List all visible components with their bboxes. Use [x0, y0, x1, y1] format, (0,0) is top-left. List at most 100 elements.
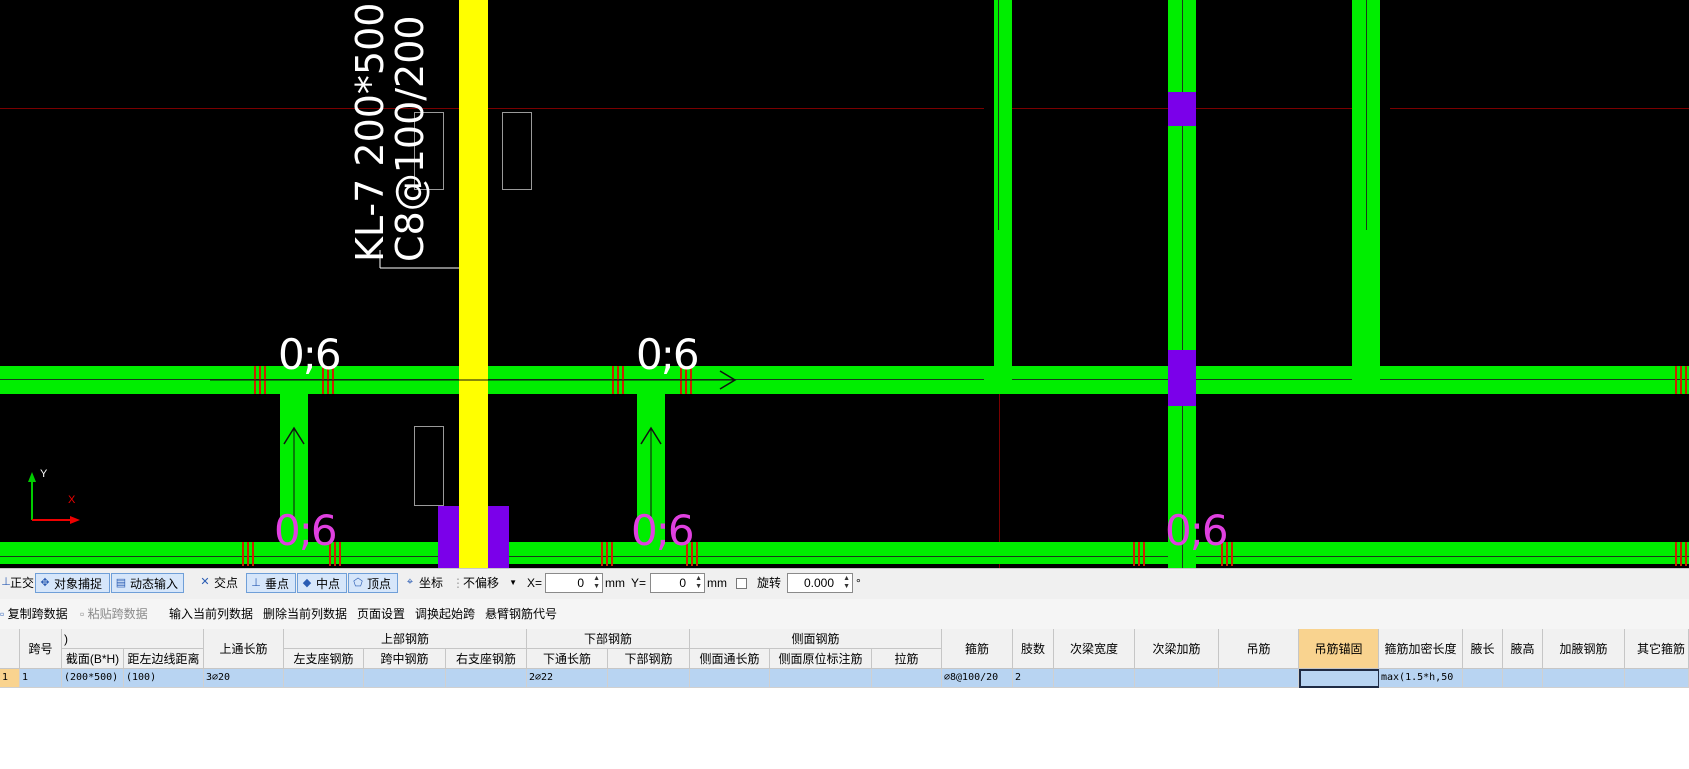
- rotate-angle-input[interactable]: 0.000 ▲ ▼: [787, 573, 853, 593]
- header-bottom-through[interactable]: 下通长筋: [527, 649, 608, 669]
- snap-toolbar: ⊥ 正交 ✥ 对象捕捉 ▤ 动态输入 ✕ 交点 ⊥ 垂点 ◆ 中点 ⬠ 顶点 ⌖…: [0, 568, 1689, 600]
- paste-span-data-button[interactable]: ▫ 粘贴跨数据: [80, 605, 148, 623]
- coordinate-snap[interactable]: ⌖ 坐标: [401, 573, 446, 593]
- header-bottom-rebar-group: 下部钢筋: [527, 629, 690, 649]
- header-haunch-height[interactable]: 腋高: [1503, 629, 1543, 669]
- header-hanger-anchor[interactable]: 吊筋锚固: [1299, 629, 1379, 669]
- rotate-angle-value: 0.000: [803, 576, 834, 590]
- beam-label-name: KL-7 200*500: [348, 2, 392, 262]
- header-stirrup-dense[interactable]: 箍筋加密长度: [1379, 629, 1463, 669]
- header-sec-beam-add[interactable]: 次梁加筋: [1135, 629, 1219, 669]
- y-label: Y=: [631, 576, 647, 590]
- ortho-toggle[interactable]: ⊥ 正交: [0, 573, 37, 593]
- perpendicular-snap[interactable]: ⊥ 垂点: [246, 573, 296, 593]
- header-haunch-rebar[interactable]: 加腋钢筋: [1543, 629, 1625, 669]
- row-number-header: [0, 629, 20, 669]
- cell-section[interactable]: (200*500): [62, 669, 124, 688]
- cell-bottom-bars[interactable]: [608, 669, 690, 688]
- axis-x-label: X: [68, 494, 76, 506]
- spinner-icon[interactable]: ▲ ▼: [593, 575, 600, 591]
- offset-mode-dropdown[interactable]: 不偏移 ▼: [459, 573, 521, 593]
- cell-side-through[interactable]: [690, 669, 770, 688]
- y-coordinate-input[interactable]: 0 ▲ ▼: [650, 573, 705, 593]
- header-left-dist[interactable]: 距左边线距离: [124, 649, 204, 669]
- copy-icon: ▫: [0, 607, 5, 621]
- cell-span-no[interactable]: 1: [20, 669, 62, 688]
- cell-left-support[interactable]: [284, 669, 364, 688]
- cantilever-rebar-code-button[interactable]: 悬臂钢筋代号: [485, 605, 557, 623]
- header-top-through[interactable]: 上通长筋: [204, 629, 284, 669]
- x-label: X=: [527, 576, 543, 590]
- cell-haunch-len[interactable]: [1463, 669, 1503, 688]
- span-table-toolbar: ▫ 复制跨数据 ▫ 粘贴跨数据 输入当前列数据 删除当前列数据 页面设置 调换起…: [0, 599, 1689, 629]
- header-legs[interactable]: 肢数: [1013, 629, 1054, 669]
- rotate-checkbox[interactable]: [736, 578, 747, 589]
- header-tie-bar[interactable]: 拉筋: [872, 649, 942, 669]
- header-side-through[interactable]: 侧面通长筋: [690, 649, 770, 669]
- header-other-stirrup[interactable]: 其它箍筋: [1625, 629, 1689, 669]
- cell-top-through[interactable]: 3⌀20: [204, 669, 284, 688]
- midpoint-snap[interactable]: ◆ 中点: [297, 573, 347, 593]
- row-number[interactable]: 1: [0, 669, 20, 688]
- x-coordinate-input[interactable]: 0 ▲ ▼: [545, 573, 603, 593]
- span-label[interactable]: 0;6: [636, 334, 700, 376]
- cell-sec-beam-width[interactable]: [1054, 669, 1135, 688]
- object-snap-label: 对象捕捉: [54, 577, 103, 591]
- cell-hanger-anchor-selected[interactable]: [1299, 669, 1380, 688]
- vertex-label: 顶点: [367, 577, 392, 591]
- x-unit: mm: [605, 576, 625, 590]
- cell-sec-beam-add[interactable]: [1135, 669, 1219, 688]
- cell-stirrup[interactable]: ⌀8@100/20: [942, 669, 1013, 688]
- cell-hanger[interactable]: [1219, 669, 1299, 688]
- header-bottom-bars[interactable]: 下部钢筋: [608, 649, 690, 669]
- input-column-data-button[interactable]: 输入当前列数据: [169, 605, 253, 623]
- degree-symbol: °: [856, 576, 861, 590]
- header-side-original[interactable]: 侧面原位标注筋: [770, 649, 872, 669]
- header-span-no[interactable]: 跨号: [20, 629, 62, 669]
- span-label[interactable]: 0;6: [274, 510, 338, 552]
- cell-other-stirrup[interactable]: [1625, 669, 1689, 688]
- delete-column-data-button[interactable]: 删除当前列数据: [263, 605, 347, 623]
- header-left-support[interactable]: 左支座钢筋: [284, 649, 364, 669]
- span-label[interactable]: 0;6: [278, 334, 342, 376]
- cell-haunch-height[interactable]: [1503, 669, 1543, 688]
- swap-start-span-button[interactable]: 调换起始跨: [415, 605, 475, 623]
- beam-label-stirrup: C8@100/200: [388, 15, 432, 262]
- header-haunch-len[interactable]: 腋长: [1463, 629, 1503, 669]
- spinner-icon[interactable]: ▲ ▼: [843, 575, 850, 591]
- intersection-label: 交点: [214, 576, 239, 590]
- cell-side-original[interactable]: [770, 669, 872, 688]
- midpoint-label: 中点: [316, 577, 341, 591]
- header-top-rebar-group: 上部钢筋: [284, 629, 527, 649]
- cell-right-support[interactable]: [446, 669, 527, 688]
- cell-legs[interactable]: 2: [1013, 669, 1054, 688]
- cell-tie-bar[interactable]: [872, 669, 942, 688]
- cell-left-dist[interactable]: (100): [124, 669, 204, 688]
- cell-mid-span[interactable]: [364, 669, 446, 688]
- intersection-snap[interactable]: ✕ 交点: [196, 573, 241, 593]
- span-data-grid: 跨号 ) 截面(B*H) 距左边线距离 上通长筋 上部钢筋 左支座钢筋 跨中钢筋…: [0, 629, 1689, 769]
- page-setup-button[interactable]: 页面设置: [357, 605, 405, 623]
- header-sec-beam-width[interactable]: 次梁宽度: [1054, 629, 1135, 669]
- span-label[interactable]: 0;6: [631, 510, 695, 552]
- header-hanger[interactable]: 吊筋: [1219, 629, 1299, 669]
- copy-span-label: 复制跨数据: [7, 607, 68, 621]
- vertex-snap[interactable]: ⬠ 顶点: [348, 573, 398, 593]
- cad-drawing-canvas[interactable]: KL-7 200*500 C8@100/200 0;6 0;6 0;6 0;6 …: [0, 0, 1689, 568]
- span-label[interactable]: 0;6: [1165, 510, 1229, 552]
- beam-label[interactable]: KL-7 200*500 C8@100/200: [348, 2, 432, 262]
- copy-span-data-button[interactable]: ▫ 复制跨数据: [0, 605, 68, 623]
- object-snap-toggle[interactable]: ✥ 对象捕捉: [35, 573, 110, 593]
- vertex-icon: ⬠: [353, 577, 363, 589]
- header-mid-span[interactable]: 跨中钢筋: [364, 649, 446, 669]
- header-section[interactable]: 截面(B*H): [62, 649, 124, 669]
- cell-bottom-through[interactable]: 2⌀22: [527, 669, 608, 688]
- header-collapsed-group: ): [62, 629, 204, 649]
- header-right-support[interactable]: 右支座钢筋: [446, 649, 527, 669]
- spinner-icon[interactable]: ▲ ▼: [695, 575, 702, 591]
- cell-haunch-rebar[interactable]: [1543, 669, 1625, 688]
- header-stirrup[interactable]: 箍筋: [942, 629, 1013, 669]
- dynamic-input-toggle[interactable]: ▤ 动态输入: [111, 573, 184, 593]
- cell-stirrup-dense[interactable]: max(1.5*h,50: [1379, 669, 1463, 688]
- dynamic-input-icon: ▤: [115, 577, 127, 589]
